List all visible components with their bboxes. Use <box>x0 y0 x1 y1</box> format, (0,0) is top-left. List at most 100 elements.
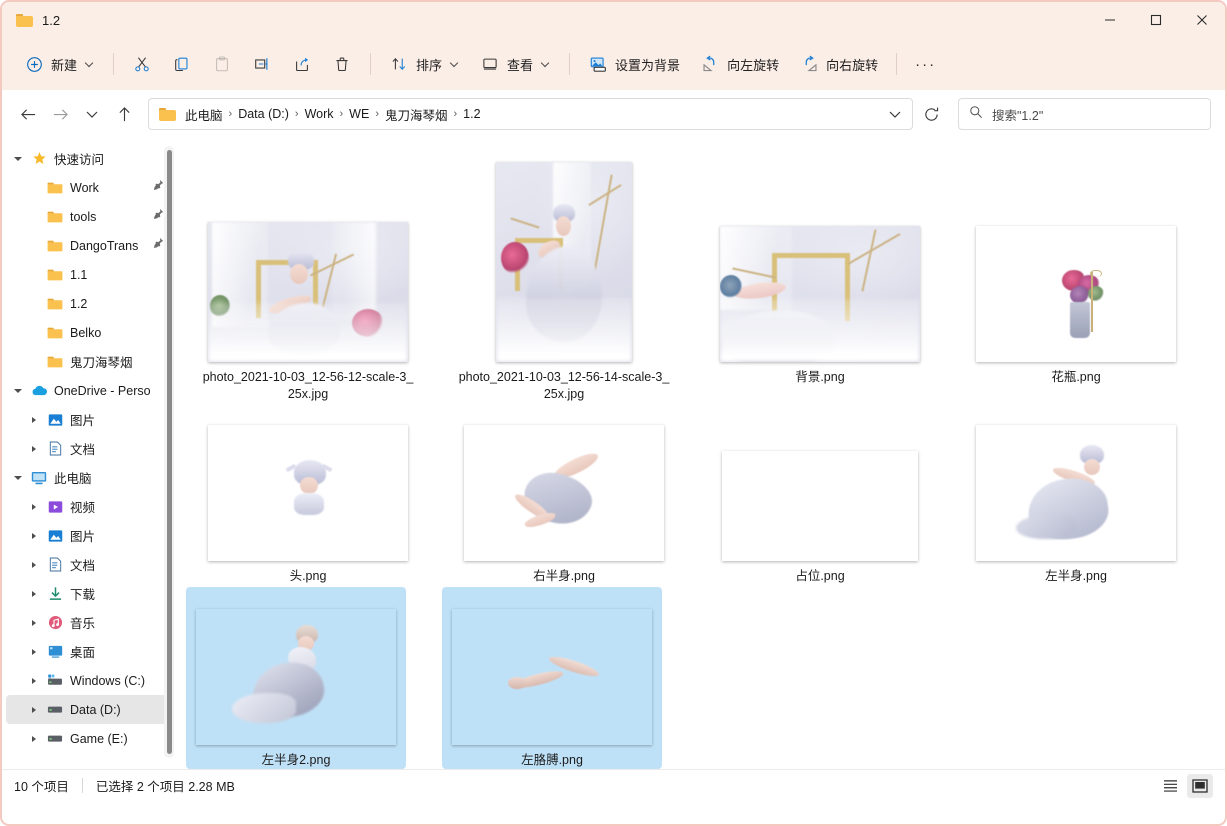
file-name: 右半身.png <box>533 569 595 583</box>
chevron-right-icon[interactable] <box>24 613 44 633</box>
file-name: 占位.png <box>795 569 845 583</box>
chevron-down-icon[interactable] <box>8 149 28 169</box>
file-item[interactable]: 右半身.png <box>436 403 692 585</box>
recent-locations-button[interactable] <box>76 98 108 130</box>
file-name: 左胳膊.png <box>521 753 583 767</box>
file-item[interactable]: 左半身2.png <box>186 587 406 769</box>
chevron-right-icon[interactable] <box>24 410 44 430</box>
breadcrumb-item[interactable]: Data (D:) <box>233 107 294 121</box>
minimize-button[interactable] <box>1087 2 1133 38</box>
breadcrumb-item[interactable]: WE <box>344 107 374 121</box>
sidebar-item--[interactable]: 文档 <box>6 550 174 579</box>
breadcrumb-dropdown-button[interactable] <box>882 100 908 128</box>
sidebar-item-game-e-[interactable]: Game (E:) <box>6 724 174 753</box>
sidebar-item--[interactable]: 此电脑 <box>6 463 174 492</box>
delete-button[interactable] <box>322 47 362 81</box>
chevron-right-icon[interactable] <box>24 439 44 459</box>
chevron-right-icon[interactable] <box>24 700 44 720</box>
breadcrumb-item[interactable]: 1.2 <box>458 107 485 121</box>
rotate-right-button[interactable]: 向右旋转 <box>789 47 888 81</box>
file-item[interactable]: 占位.png <box>692 403 948 585</box>
navigation-scrollbar-thumb[interactable] <box>166 150 172 754</box>
set-as-background-button[interactable]: 设置为背景 <box>578 47 690 81</box>
chevron-down-icon <box>86 60 95 69</box>
up-button[interactable] <box>108 98 140 130</box>
view-button[interactable]: 查看 <box>470 47 561 81</box>
pin-icon[interactable] <box>153 179 164 194</box>
status-bar: 10 个项目 已选择 2 个项目 2.28 MB <box>2 769 1225 801</box>
rotate-left-button[interactable]: 向左旋转 <box>690 47 789 81</box>
copy-button[interactable] <box>162 47 202 81</box>
chevron-right-icon[interactable] <box>24 671 44 691</box>
toolbar-separator <box>896 53 898 75</box>
sidebar-item--[interactable]: 视频 <box>6 492 174 521</box>
chevron-down-icon[interactable] <box>8 381 28 401</box>
sidebar-item--[interactable]: 鬼刀海琴烟 <box>6 347 174 376</box>
sidebar-item--[interactable]: 桌面 <box>6 637 174 666</box>
file-item[interactable]: photo_2021-10-03_12-56-12-scale-3_25x.jp… <box>180 144 436 403</box>
file-list-view[interactable]: photo_2021-10-03_12-56-12-scale-3_25x.jp… <box>180 138 1225 769</box>
explorer-body: 快速访问 Work tools DangoTrans 1.1 1.2 Belko 鬼刀海琴烟 O… <box>2 138 1225 769</box>
sidebar-item-dangotrans[interactable]: DangoTrans <box>6 231 174 260</box>
sidebar-item--[interactable]: 音乐 <box>6 608 174 637</box>
sidebar-item-belko[interactable]: Belko <box>6 318 174 347</box>
chevron-right-icon[interactable] <box>24 497 44 517</box>
share-button[interactable] <box>282 47 322 81</box>
breadcrumb-item[interactable]: 此电脑 <box>180 105 228 124</box>
breadcrumb-bar[interactable]: 此电脑 › Data (D:) › Work › WE › 鬼刀海琴烟 › 1.2 <box>148 98 913 130</box>
sidebar-item--[interactable]: 图片 <box>6 521 174 550</box>
status-separator <box>81 778 83 793</box>
sidebar-item-windows-c-[interactable]: Windows (C:) <box>6 666 174 695</box>
sidebar-item-work[interactable]: Work <box>6 173 174 202</box>
pictures-icon <box>44 410 66 430</box>
chevron-down-icon[interactable] <box>8 468 28 488</box>
sidebar-item--[interactable]: 文档 <box>6 434 174 463</box>
forward-button[interactable] <box>44 98 76 130</box>
pin-icon[interactable] <box>153 208 164 223</box>
photo-landscape-thumb <box>208 222 408 362</box>
sidebar-item-data-d-[interactable]: Data (D:) <box>6 695 174 724</box>
image-background-icon <box>588 54 608 74</box>
cut-button[interactable] <box>122 47 162 81</box>
sidebar-item-onedrive-perso[interactable]: OneDrive - Perso <box>6 376 174 405</box>
pin-icon[interactable] <box>153 237 164 252</box>
breadcrumb-item[interactable]: 鬼刀海琴烟 <box>380 105 453 124</box>
sort-arrows-icon <box>389 54 409 74</box>
file-item[interactable]: 头.png <box>180 403 436 585</box>
new-button[interactable]: 新建 <box>14 47 105 81</box>
back-button[interactable] <box>12 98 44 130</box>
sidebar-item--[interactable]: 下载 <box>6 579 174 608</box>
breadcrumb-item[interactable]: Work <box>300 107 339 121</box>
sidebar-item--[interactable]: 图片 <box>6 405 174 434</box>
rename-button[interactable] <box>242 47 282 81</box>
sidebar-item-1-1[interactable]: 1.1 <box>6 260 174 289</box>
chevron-right-icon[interactable] <box>24 729 44 749</box>
paste-button[interactable] <box>202 47 242 81</box>
file-item[interactable]: 花瓶.png <box>948 144 1204 403</box>
large-icons-view-button[interactable] <box>1187 773 1213 798</box>
more-options-button[interactable]: ··· <box>905 47 946 81</box>
onedrive-cloud-icon <box>28 381 50 401</box>
maximize-button[interactable] <box>1133 2 1179 38</box>
sidebar-item-1-2[interactable]: 1.2 <box>6 289 174 318</box>
chevron-right-icon[interactable] <box>24 642 44 662</box>
file-item[interactable]: 左胳膊.png <box>442 587 662 769</box>
chevron-right-icon[interactable] <box>24 526 44 546</box>
sidebar-item-tools[interactable]: tools <box>6 202 174 231</box>
chevron-right-icon[interactable] <box>24 555 44 575</box>
details-view-button[interactable] <box>1157 774 1183 798</box>
sidebar-item--[interactable]: 快速访问 <box>6 144 174 173</box>
sidebar-item-label: Game (E:) <box>70 731 128 746</box>
search-input[interactable]: 搜索"1.2" <box>992 105 1043 124</box>
view-button-label: 查看 <box>507 57 534 73</box>
file-item[interactable]: photo_2021-10-03_12-56-14-scale-3_25x.jp… <box>436 144 692 403</box>
navigation-scrollbar[interactable] <box>164 146 174 758</box>
close-button[interactable] <box>1179 2 1225 38</box>
chevron-right-icon[interactable] <box>24 584 44 604</box>
search-box[interactable]: 搜索"1.2" <box>958 98 1211 130</box>
sidebar-item-label: 此电脑 <box>54 472 92 486</box>
sort-button[interactable]: 排序 <box>379 47 470 81</box>
file-item[interactable]: 背景.png <box>692 144 948 403</box>
file-item[interactable]: 左半身.png <box>948 403 1204 585</box>
refresh-button[interactable] <box>916 99 946 129</box>
